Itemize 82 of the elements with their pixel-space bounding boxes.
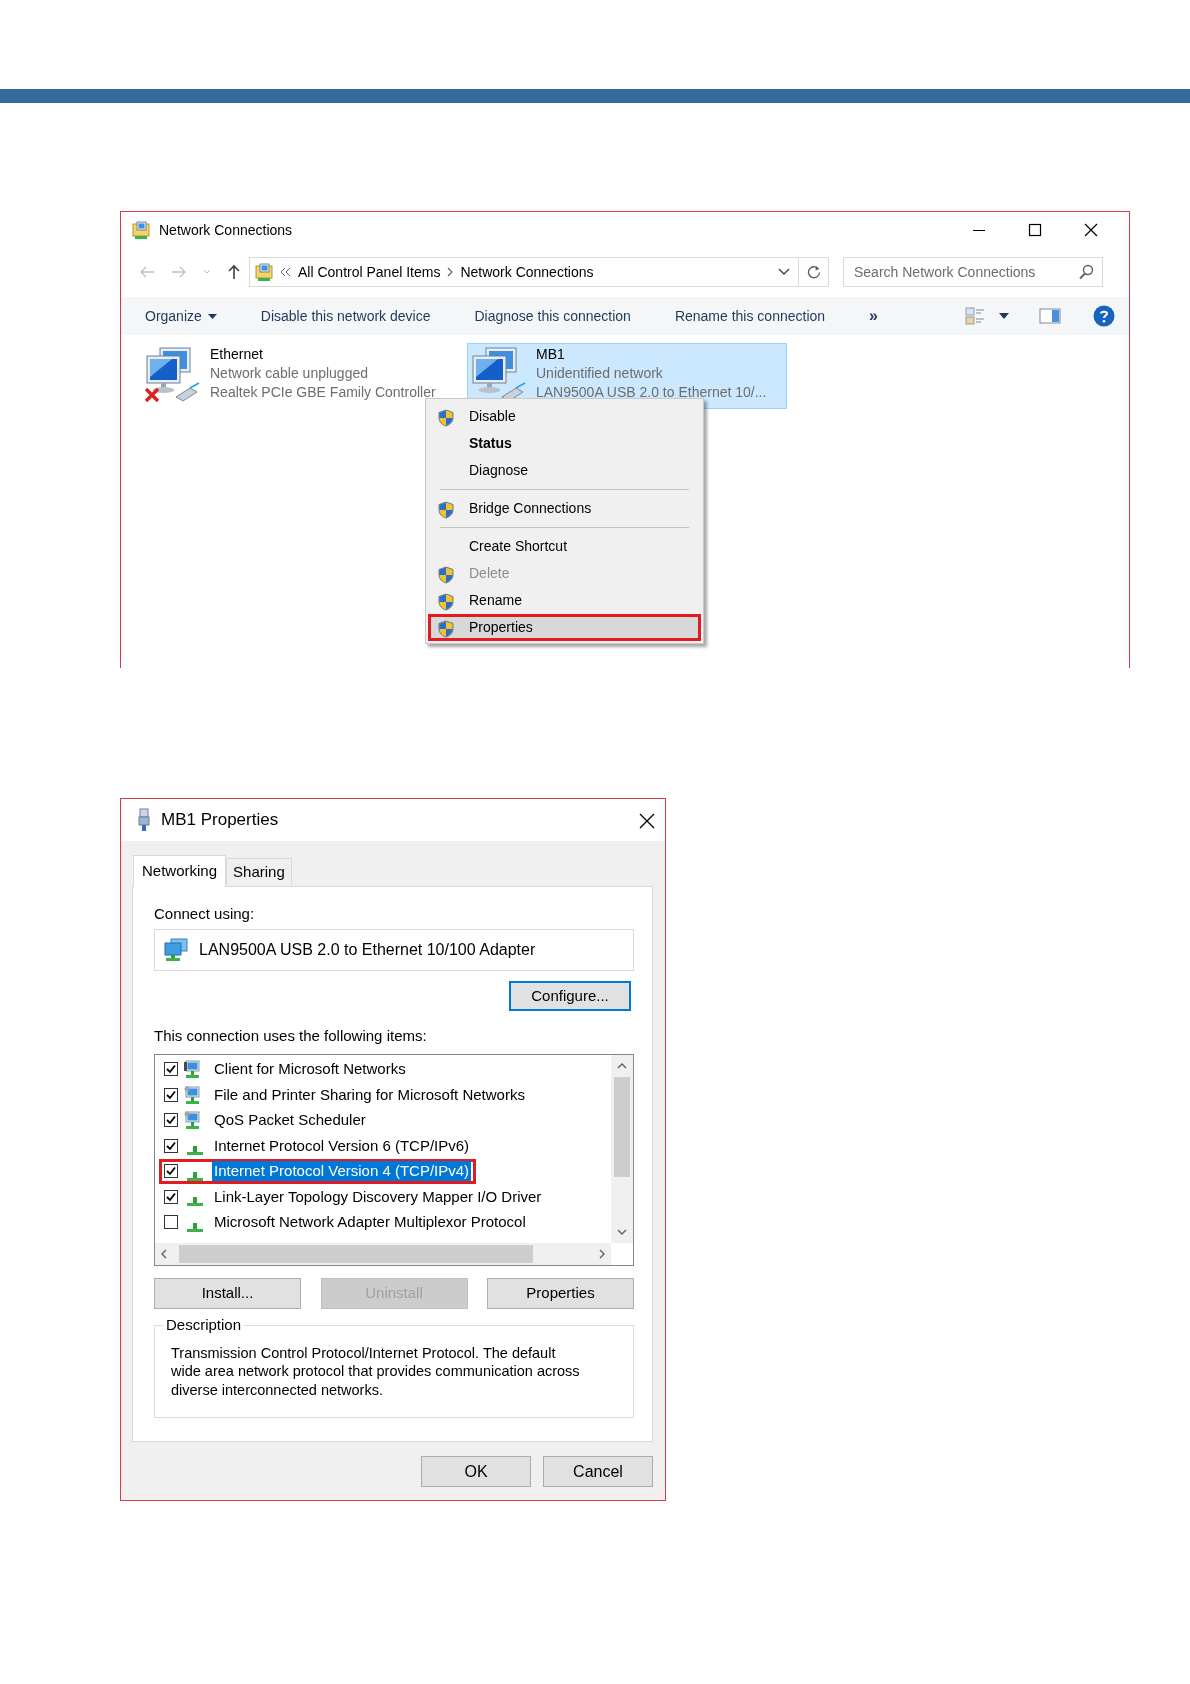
- connection-status: Network cable unplugged: [210, 364, 369, 383]
- help-icon[interactable]: [1093, 305, 1115, 327]
- item-label: Internet Protocol Version 4 (TCP/IPv4): [212, 1161, 472, 1182]
- up-icon[interactable]: [227, 264, 241, 280]
- menu-item[interactable]: Bridge Connections: [428, 495, 701, 522]
- item-label: QoS Packet Scheduler: [213, 1110, 367, 1131]
- device-name: Realtek PCIe GBE Family Controller: [210, 383, 436, 402]
- dialog-button[interactable]: Install...: [154, 1277, 301, 1309]
- checkbox[interactable]: [164, 1138, 178, 1153]
- caret-icon[interactable]: [999, 313, 1009, 319]
- network-protocol-icon: [187, 1171, 203, 1181]
- dialog-button[interactable]: Cancel: [543, 1456, 653, 1487]
- item-label: File and Printer Sharing for Microsoft Networks: [213, 1084, 526, 1105]
- dialog-button[interactable]: Properties: [487, 1277, 634, 1309]
- checkbox[interactable]: [164, 1113, 178, 1128]
- item-label: Client for Microsoft Networks: [213, 1059, 407, 1080]
- breadcrumb-item[interactable]: All Control Panel Items: [298, 261, 441, 283]
- search-icon[interactable]: [1078, 264, 1094, 280]
- description-text: Transmission Control Protocol/Internet Protocol. The default wide area network protocol that provides communication across diverse interconnected networks.: [171, 1343, 581, 1399]
- tab[interactable]: Sharing: [226, 858, 292, 885]
- list-item[interactable]: File and Printer Sharing for Microsoft Networks: [159, 1082, 532, 1108]
- network-protocol-icon: [187, 1146, 203, 1156]
- horizontal-scrollbar[interactable]: [155, 1242, 611, 1265]
- dialog-button[interactable]: OK: [421, 1456, 531, 1487]
- maximize-icon[interactable]: [1028, 223, 1042, 237]
- connection-name: MB1: [536, 345, 566, 364]
- list-item[interactable]: Client for Microsoft Networks: [159, 1056, 413, 1082]
- connection-name: Ethernet: [210, 345, 264, 364]
- scrollbar-thumb[interactable]: [179, 1244, 533, 1263]
- checkbox[interactable]: [164, 1164, 178, 1179]
- network-folder-icon: [131, 220, 151, 240]
- field-label: This connection uses the following items:: [154, 1026, 428, 1046]
- checkbox[interactable]: [164, 1215, 178, 1230]
- preview-pane-icon[interactable]: [1039, 308, 1061, 324]
- dropdown-icon[interactable]: [778, 268, 790, 276]
- item-label: Microsoft Network Adapter Multiplexor Protocol: [213, 1212, 527, 1233]
- refresh-button[interactable]: [799, 257, 829, 287]
- refresh-icon: [806, 265, 821, 279]
- close-icon[interactable]: [1084, 223, 1098, 237]
- adapter-name: LAN9500A USB 2.0 to Ethernet 10/100 Adapter: [199, 940, 536, 960]
- list-item[interactable]: Link-Layer Topology Discovery Mapper I/O Driver: [159, 1184, 549, 1210]
- menu-item[interactable]: Rename: [428, 587, 701, 614]
- item-label: Link-Layer Topology Discovery Mapper I/O Driver: [213, 1186, 543, 1207]
- list-item[interactable]: Microsoft Network Adapter Multiplexor Protocol: [159, 1209, 533, 1235]
- network-protocol-icon: [187, 1222, 203, 1232]
- search-field[interactable]: Search Network Connections: [843, 257, 1103, 287]
- chevron-icon[interactable]: [280, 267, 292, 277]
- network-adapter-icon: [163, 938, 189, 962]
- network-folder-icon: [254, 262, 274, 282]
- field-label: Connect using:: [154, 905, 256, 923]
- window-title: Network Connections: [159, 220, 293, 240]
- checkbox[interactable]: [164, 1087, 178, 1102]
- usb-plug-icon: [137, 808, 151, 832]
- breadcrumb-item[interactable]: Network Connections: [460, 261, 594, 283]
- list-item[interactable]: Internet Protocol Version 6 (TCP/IPv6): [159, 1133, 477, 1159]
- tab[interactable]: Networking: [133, 855, 227, 887]
- network-adapter-icon: [144, 345, 202, 403]
- item-label: Internet Protocol Version 6 (TCP/IPv6): [213, 1135, 471, 1156]
- toolbar-command[interactable]: Disable this network device: [260, 305, 431, 327]
- menu-item[interactable]: Properties: [428, 614, 701, 641]
- checkbox[interactable]: [164, 1189, 178, 1204]
- dialog-title: MB1 Properties: [161, 809, 279, 832]
- address-bar[interactable]: All Control Panel Items Network Connections: [249, 257, 799, 287]
- menu-item[interactable]: Create Shortcut: [428, 533, 701, 560]
- device-name: LAN9500A USB 2.0 to Ethernet 10/...: [536, 383, 767, 402]
- toolbar-command[interactable]: Diagnose this connection: [474, 305, 631, 327]
- menu-item[interactable]: Status: [428, 430, 701, 457]
- breadcrumb-separator-icon[interactable]: [446, 267, 455, 277]
- connection-status: Unidentified network: [536, 364, 664, 383]
- more-commands-button[interactable]: »: [869, 304, 878, 328]
- toolbar-command[interactable]: Rename this connection: [674, 305, 826, 327]
- organize-menu[interactable]: Organize: [145, 305, 217, 327]
- close-icon[interactable]: [639, 812, 655, 829]
- list-item[interactable]: QoS Packet Scheduler: [159, 1107, 373, 1133]
- checkbox[interactable]: [164, 1062, 178, 1077]
- configure-button[interactable]: Configure...: [509, 981, 631, 1011]
- network-protocol-icon: [187, 1197, 203, 1207]
- list-item[interactable]: Internet Protocol Version 4 (TCP/IPv4): [159, 1158, 477, 1184]
- caret-icon: [207, 313, 217, 319]
- vertical-scrollbar[interactable]: [611, 1054, 633, 1243]
- scrollbar-thumb[interactable]: [614, 1076, 630, 1177]
- menu-item[interactable]: Diagnose: [428, 457, 701, 484]
